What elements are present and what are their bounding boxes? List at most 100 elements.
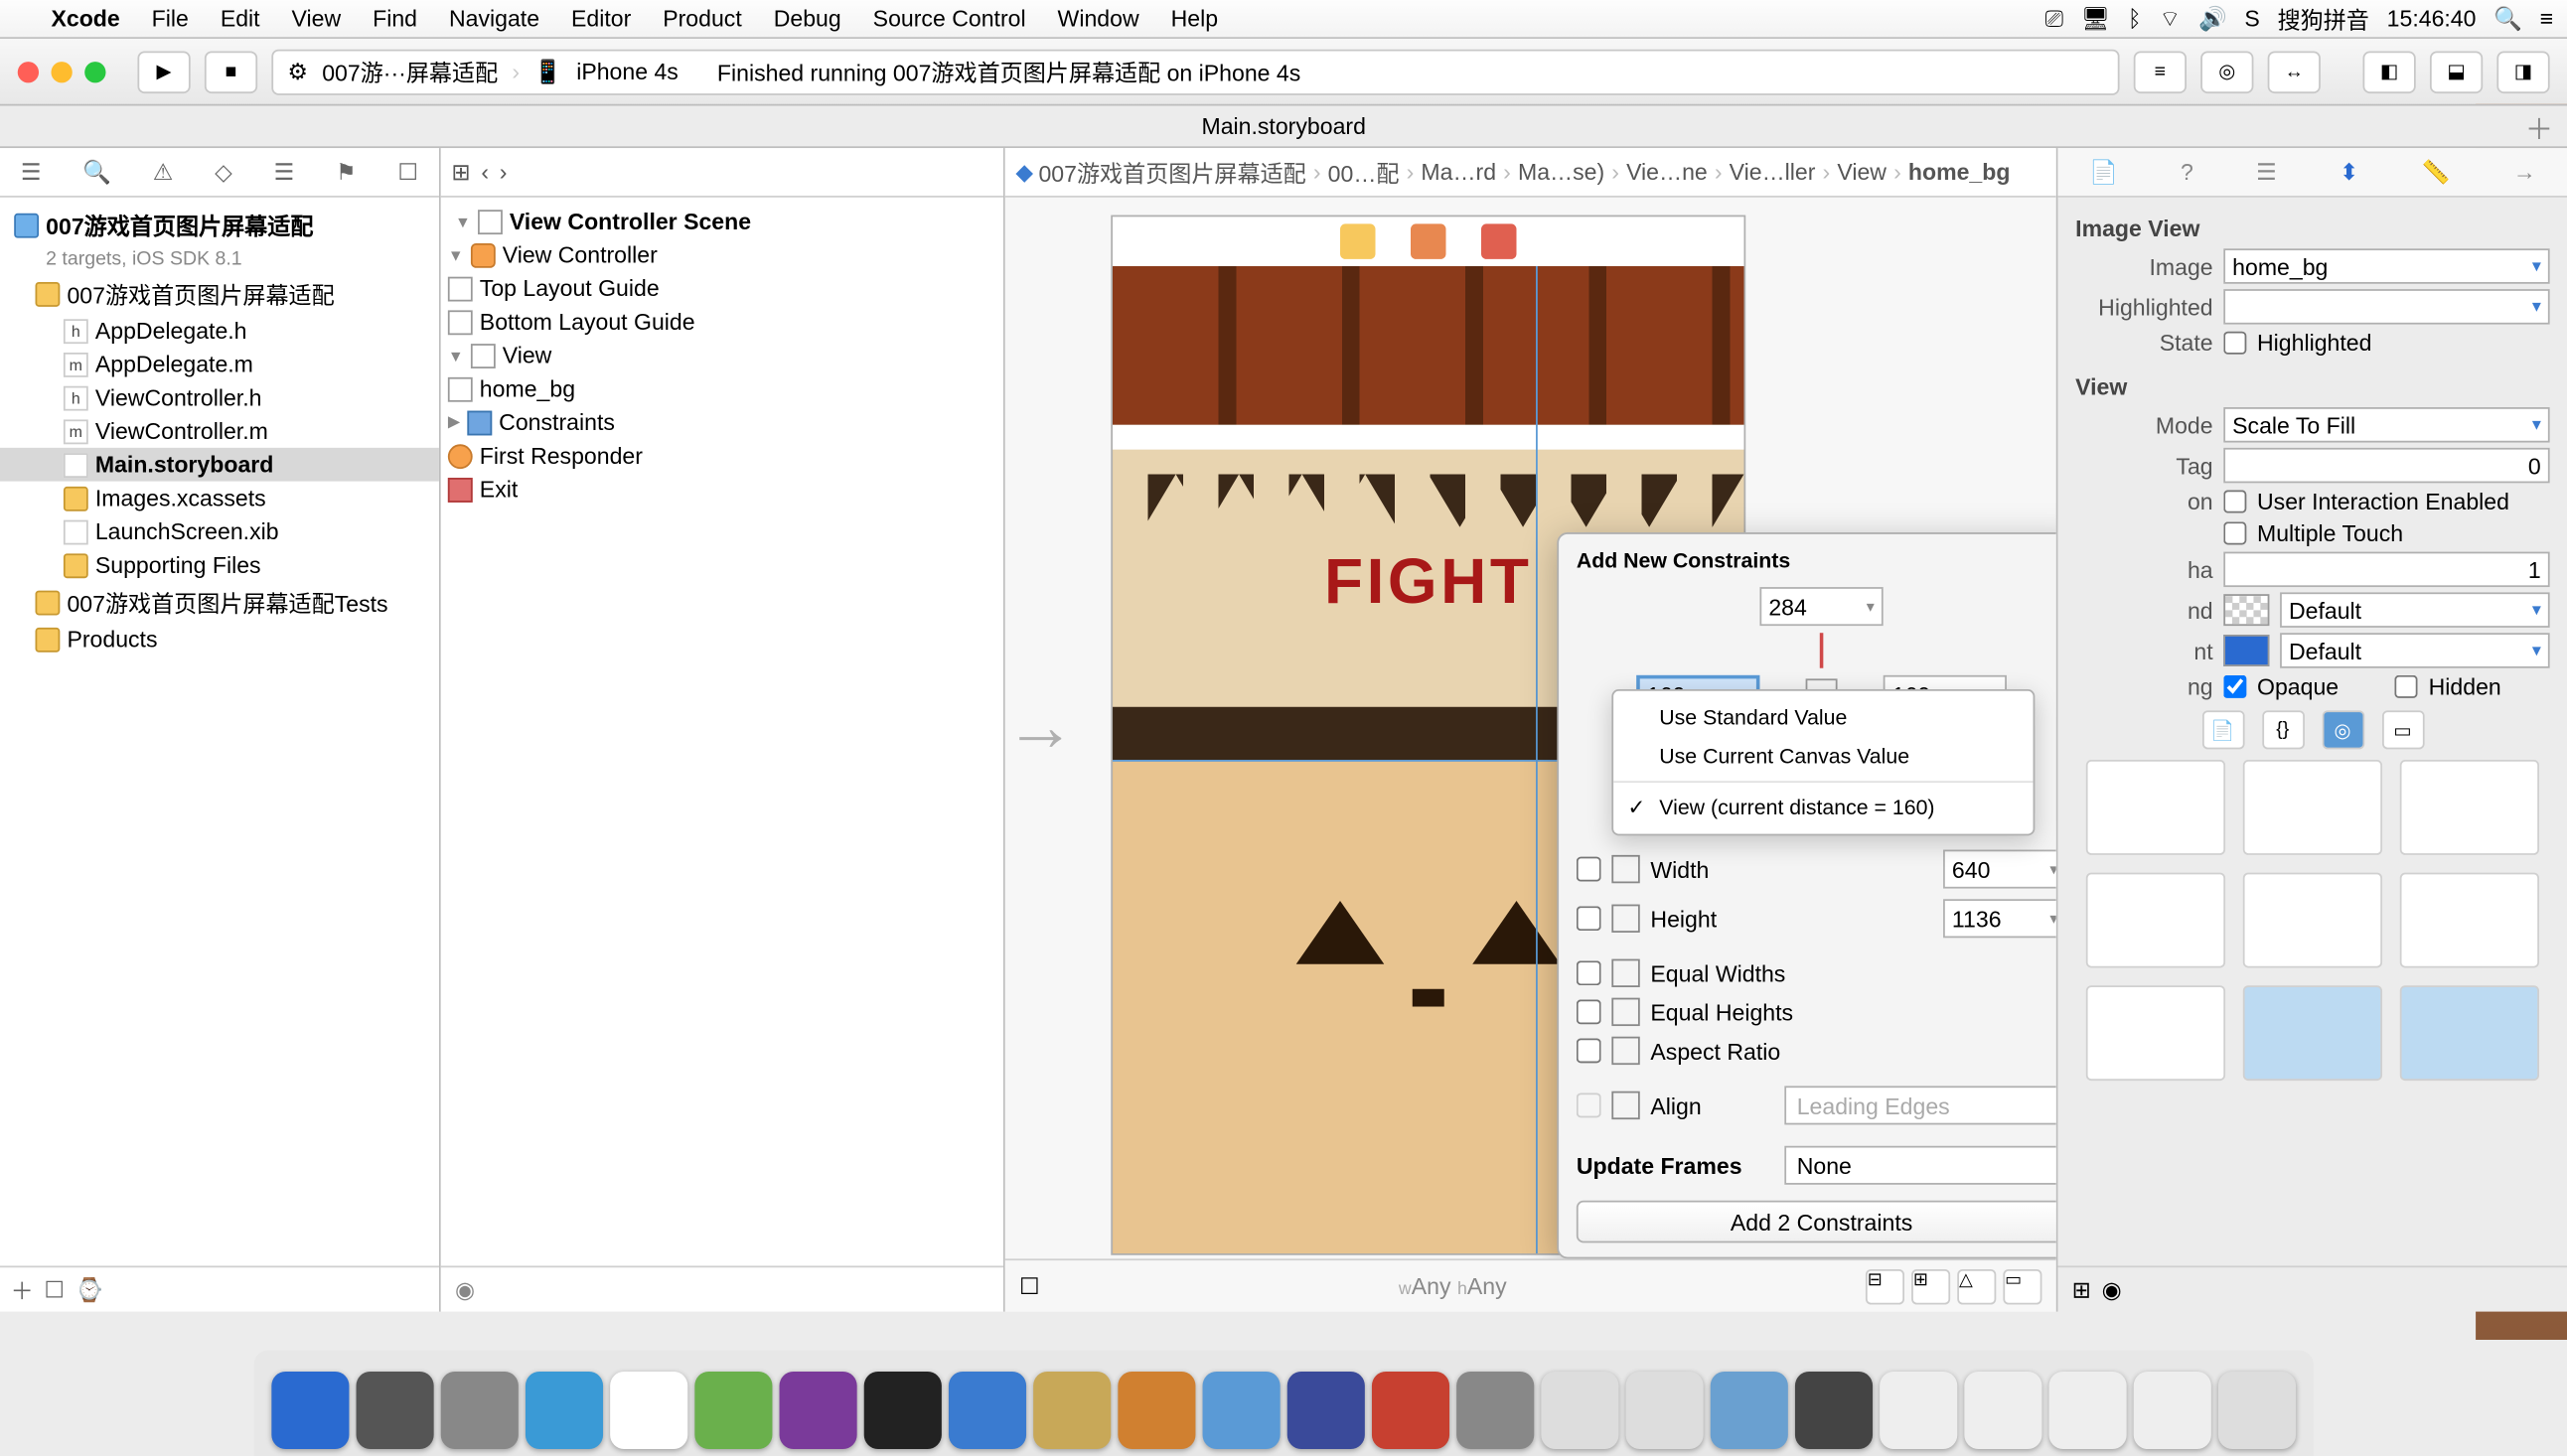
lib-avkit-vc[interactable]	[2400, 985, 2539, 1081]
bottom-layout-guide[interactable]: Bottom Layout Guide	[480, 309, 695, 336]
ime-icon[interactable]: S	[2244, 5, 2259, 32]
outline-view[interactable]: View	[503, 342, 552, 368]
filter-scm-icon[interactable]: ⌚	[76, 1275, 104, 1303]
project-navigator-tree[interactable]: 007游戏首页图片屏幕适配 2 targets, iOS SDK 8.1 007…	[0, 198, 439, 1266]
connections-inspector-tab[interactable]: →	[2513, 159, 2536, 186]
bluetooth-icon[interactable]: ᛒ	[2128, 5, 2142, 32]
tint-field[interactable]: Default	[2280, 633, 2550, 668]
top-constraint-field[interactable]: 284▾	[1759, 587, 1883, 626]
opaque-checkbox[interactable]	[2223, 675, 2246, 698]
menu-file[interactable]: File	[136, 5, 205, 32]
bg-color-well[interactable]	[2223, 594, 2269, 626]
dock-terminal[interactable]	[864, 1372, 942, 1449]
size-inspector-tab[interactable]: 📏	[2422, 158, 2451, 186]
dock-app2[interactable]	[1118, 1372, 1195, 1449]
outline-constraints[interactable]: Constraints	[499, 409, 615, 436]
scene-root[interactable]: View Controller Scene	[510, 208, 751, 234]
equal-widths-checkbox[interactable]	[1577, 960, 1601, 985]
size-class-h[interactable]: Any	[1467, 1273, 1507, 1300]
lib-split-vc[interactable]	[2400, 873, 2539, 968]
ime-label[interactable]: 搜狗拼音	[2278, 2, 2369, 36]
dock-filezilla[interactable]	[1372, 1372, 1449, 1449]
menu-view[interactable]: View	[276, 5, 358, 32]
menu-find[interactable]: Find	[357, 5, 433, 32]
assistant-editor-button[interactable]: ◎	[2200, 51, 2253, 93]
toggle-navigator-button[interactable]: ◧	[2363, 51, 2416, 93]
stop-button[interactable]: ■	[205, 51, 257, 93]
file-appdelegate-m[interactable]: AppDelegate.m	[95, 351, 253, 377]
new-tab-button[interactable]: ＋	[2525, 105, 2553, 148]
vc-icon[interactable]	[1340, 223, 1376, 258]
dock-app6[interactable]	[1541, 1372, 1618, 1449]
outline-home-bg[interactable]: home_bg	[480, 375, 575, 402]
run-button[interactable]: ▶	[137, 51, 190, 93]
image-field[interactable]: home_bg	[2223, 248, 2549, 284]
filter-recent-icon[interactable]: ☐	[44, 1275, 65, 1303]
dock-notes[interactable]	[610, 1372, 687, 1449]
file-viewcontroller-h[interactable]: ViewController.h	[95, 384, 262, 411]
back-button[interactable]: ‹	[481, 159, 489, 186]
symbol-navigator-tab[interactable]: 🔍	[82, 158, 111, 186]
toggle-debug-button[interactable]: ⬓	[2430, 51, 2483, 93]
width-checkbox[interactable]	[1577, 857, 1601, 882]
dock-xcode[interactable]	[949, 1372, 1026, 1449]
add-constraints-button[interactable]: Add 2 Constraints	[1577, 1201, 2056, 1243]
toggle-utilities-button[interactable]: ◨	[2496, 51, 2549, 93]
tint-color-well[interactable]	[2223, 635, 2269, 666]
dock-app7[interactable]	[1626, 1372, 1704, 1449]
issue-navigator-tab[interactable]: ◇	[215, 158, 232, 186]
update-frames-select[interactable]: None	[1784, 1146, 2055, 1185]
object-library[interactable]	[2075, 760, 2549, 1081]
entry-arrow-icon[interactable]: →	[1005, 688, 1076, 768]
editor-tab[interactable]: Main.storyboard	[1201, 113, 1365, 140]
menu-window[interactable]: Window	[1042, 5, 1155, 32]
display-icon[interactable]: 🖥	[2081, 4, 2110, 32]
lib-grid-icon[interactable]: ⊞	[2072, 1275, 2091, 1303]
project-name[interactable]: 007游戏首页图片屏幕适配	[46, 208, 313, 241]
object-lib-tab[interactable]: ◎	[2322, 710, 2364, 749]
align-button[interactable]: ⊟	[1866, 1268, 1904, 1304]
dock-settings[interactable]	[357, 1372, 434, 1449]
hidden-checkbox[interactable]	[2395, 675, 2418, 698]
group-supporting[interactable]: Supporting Files	[95, 552, 261, 579]
breakpoint-navigator-tab[interactable]: ☐	[397, 158, 418, 186]
height-value-field[interactable]: 1136▾	[1943, 899, 2056, 938]
first-responder[interactable]: First Responder	[480, 443, 643, 470]
lib-view-controller[interactable]	[2086, 760, 2225, 855]
outline-tree[interactable]: ▼View Controller Scene ▼View Controller …	[441, 198, 1003, 1266]
dock-app8[interactable]	[1711, 1372, 1788, 1449]
menu-debug[interactable]: Debug	[758, 5, 857, 32]
version-editor-button[interactable]: ↔	[2268, 51, 2321, 93]
use-canvas-value[interactable]: Use Current Canvas Value	[1613, 737, 2033, 776]
menu-product[interactable]: Product	[647, 5, 757, 32]
scheme-name[interactable]: 007游···屏幕适配	[322, 55, 498, 88]
add-button[interactable]: ＋	[11, 1273, 34, 1307]
window-close[interactable]	[18, 61, 39, 81]
menu-navigate[interactable]: Navigate	[433, 5, 555, 32]
debug-navigator-tab[interactable]: ⚑	[336, 158, 357, 186]
dock-app5[interactable]	[1456, 1372, 1534, 1449]
dock-trash[interactable]	[2218, 1372, 2296, 1449]
lib-tab-vc[interactable]	[2243, 873, 2382, 968]
group-products[interactable]: Products	[67, 626, 157, 653]
file-viewcontroller-m[interactable]: ViewController.m	[95, 418, 268, 445]
help-inspector-tab[interactable]: ?	[2181, 159, 2193, 186]
menu-help[interactable]: Help	[1155, 5, 1234, 32]
spotlight-icon[interactable]: 🔍	[2493, 4, 2522, 32]
width-value-field[interactable]: 640▾	[1943, 850, 2056, 889]
alpha-field[interactable]: 1	[2223, 552, 2549, 588]
resolve-button[interactable]: △	[1957, 1268, 1996, 1304]
dock-app9[interactable]	[1795, 1372, 1873, 1449]
use-standard-value[interactable]: Use Standard Value	[1613, 698, 2033, 737]
resize-button[interactable]: ▭	[2003, 1268, 2041, 1304]
app-menu[interactable]: Xcode	[36, 5, 136, 32]
forward-button[interactable]: ›	[500, 159, 508, 186]
lib-filter-icon[interactable]: ◉	[2102, 1275, 2122, 1303]
bg-field[interactable]: Default	[2280, 592, 2550, 628]
top-layout-guide[interactable]: Top Layout Guide	[480, 275, 660, 302]
dock-app3[interactable]	[1203, 1372, 1281, 1449]
user-interaction-checkbox[interactable]	[2223, 490, 2246, 512]
exit-placeholder[interactable]: Exit	[480, 476, 518, 503]
canvas[interactable]: → FIGHT	[1005, 198, 2056, 1259]
tag-field[interactable]: 0	[2223, 448, 2549, 484]
